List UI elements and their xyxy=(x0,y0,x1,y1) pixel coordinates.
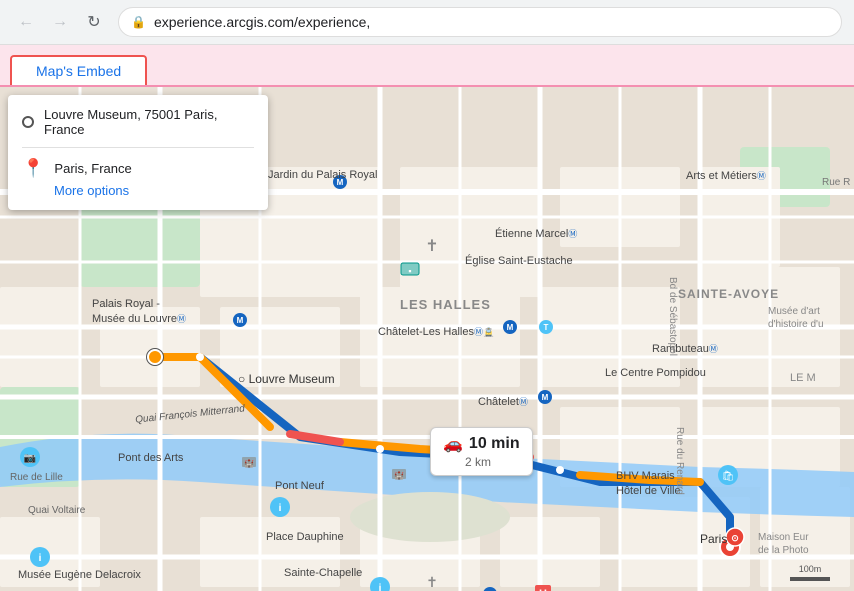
label-rue-r: Rue R xyxy=(822,177,850,188)
address-bar[interactable]: 🔒 experience.arcgis.com/experience, xyxy=(118,7,842,37)
label-le-m: LE M xyxy=(790,372,816,384)
label-rambuteau: RambuteauⓂ xyxy=(652,342,718,355)
svg-text:⊙: ⊙ xyxy=(731,533,739,543)
label-musee-delacroix: Musée Eugène Delacroix xyxy=(18,569,141,581)
label-paris: Paris xyxy=(700,532,727,546)
duration-time: 10 min xyxy=(469,435,520,453)
duration-distance: 2 km xyxy=(465,455,491,469)
label-bhv: BHV MaraisHôtel de Ville xyxy=(616,469,681,500)
label-maison-eur: Maison Eurde la Photo xyxy=(758,531,809,557)
label-palais-louvre: Palais Royal -Musée du LouvreⓂ xyxy=(92,297,186,328)
svg-text:📷: 📷 xyxy=(24,453,36,464)
label-arts-metiers: Arts et MétiersⓂ xyxy=(686,169,766,182)
origin-row: Louvre Museum, 75001 Paris, France xyxy=(22,107,254,137)
dest-pin-icon: 📍 xyxy=(22,158,44,179)
lock-icon: 🔒 xyxy=(131,15,146,29)
dest-row: 📍 Paris, France xyxy=(22,158,254,179)
url-text: experience.arcgis.com/experience, xyxy=(154,14,829,30)
label-bd-sebastopol: Bd de Sébastopol xyxy=(667,277,678,356)
label-place-dauphine: Place Dauphine xyxy=(266,531,344,543)
car-icon: 🚗 xyxy=(443,434,463,454)
tab-bar: Map's Embed xyxy=(0,45,854,87)
label-eglise: Église Saint-Eustache xyxy=(465,255,573,267)
label-chatelet: ChâteletⓂ xyxy=(478,395,528,408)
label-chatelet-les-halles: Châtelet-Les HallesⓂ🚊 xyxy=(378,325,494,338)
forward-button[interactable]: → xyxy=(46,8,74,36)
svg-text:🏰: 🏰 xyxy=(394,471,404,480)
label-louvre-museum: ○ Louvre Museum xyxy=(238,372,335,386)
svg-text:▪: ▪ xyxy=(408,266,411,276)
svg-text:i: i xyxy=(39,553,42,564)
svg-text:✝: ✝ xyxy=(426,574,438,590)
svg-text:i: i xyxy=(279,503,282,514)
reload-button[interactable]: ↻ xyxy=(80,8,108,36)
origin-circle-icon xyxy=(22,116,34,128)
label-pont-neuf: Pont Neuf xyxy=(275,480,324,492)
svg-text:🏰: 🏰 xyxy=(244,459,254,468)
svg-text:🛍: 🛍 xyxy=(722,470,735,482)
nav-buttons: ← → ↻ xyxy=(12,8,108,36)
tab-label: Map's Embed xyxy=(36,63,121,79)
map-container: M M M M T M M ⊙ ✝ ✝ ▪ i i i 📷 xyxy=(0,87,854,591)
dest-text: Paris, France xyxy=(54,161,131,176)
label-les-halles: LES HALLES xyxy=(400,297,491,312)
label-quai-voltaire: Quai Voltaire xyxy=(28,505,85,516)
label-etienne-marcel: Étienne MarcelⓂ xyxy=(495,227,577,240)
label-sainte-avoye: SAINTE-AVOYE xyxy=(678,287,779,301)
svg-text:M: M xyxy=(507,323,514,332)
more-options-link[interactable]: More options xyxy=(54,183,254,198)
label-sainte-chapelle: Sainte-Chapelle xyxy=(284,567,362,579)
svg-text:M: M xyxy=(237,316,244,325)
origin-text: Louvre Museum, 75001 Paris, France xyxy=(44,107,254,137)
label-palais-royal: Jardin du Palais Royal xyxy=(268,169,377,181)
browser-bar: ← → ↻ 🔒 experience.arcgis.com/experience… xyxy=(0,0,854,45)
back-button[interactable]: ← xyxy=(12,8,40,36)
panel-divider xyxy=(22,147,254,148)
label-rue-de-lille: Rue de Lille xyxy=(10,472,63,483)
label-pompidou: Le Centre Pompidou xyxy=(605,367,706,379)
label-pont-arts: Pont des Arts xyxy=(118,452,183,464)
directions-panel: Louvre Museum, 75001 Paris, France 📍 Par… xyxy=(8,95,268,210)
svg-text:T: T xyxy=(544,323,549,332)
svg-text:✝: ✝ xyxy=(425,238,438,255)
label-rue-renard: Rue du Renard xyxy=(674,427,685,495)
svg-text:i: i xyxy=(379,583,382,591)
duration-badge: 🚗 10 min 2 km xyxy=(430,427,533,476)
duration-top: 🚗 10 min xyxy=(443,434,520,454)
label-musee-art: Musée d'artd'histoire d'u xyxy=(768,305,824,331)
svg-text:100m: 100m xyxy=(799,564,822,574)
svg-text:M: M xyxy=(542,393,549,402)
tab-maps-embed[interactable]: Map's Embed xyxy=(10,55,147,85)
